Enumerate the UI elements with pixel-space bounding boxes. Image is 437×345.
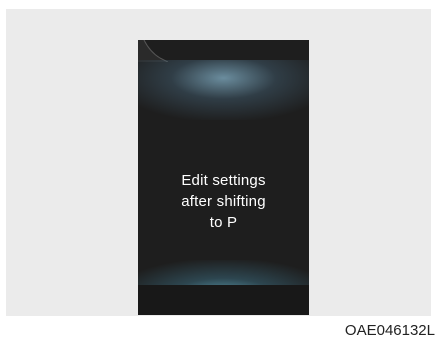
corner-notch-decoration [138, 40, 168, 62]
message-line-1: Edit settings [181, 172, 266, 189]
message-line-2: after shifting [181, 193, 266, 210]
top-glow [138, 60, 309, 120]
message-line-3: to P [209, 214, 238, 231]
bottom-bar [138, 285, 309, 315]
figure-code: OAE046132L [344, 322, 435, 339]
cluster-display-screen: Edit settings after shifting to P [138, 40, 309, 315]
display-message: Edit settings after shifting to P [138, 170, 309, 233]
